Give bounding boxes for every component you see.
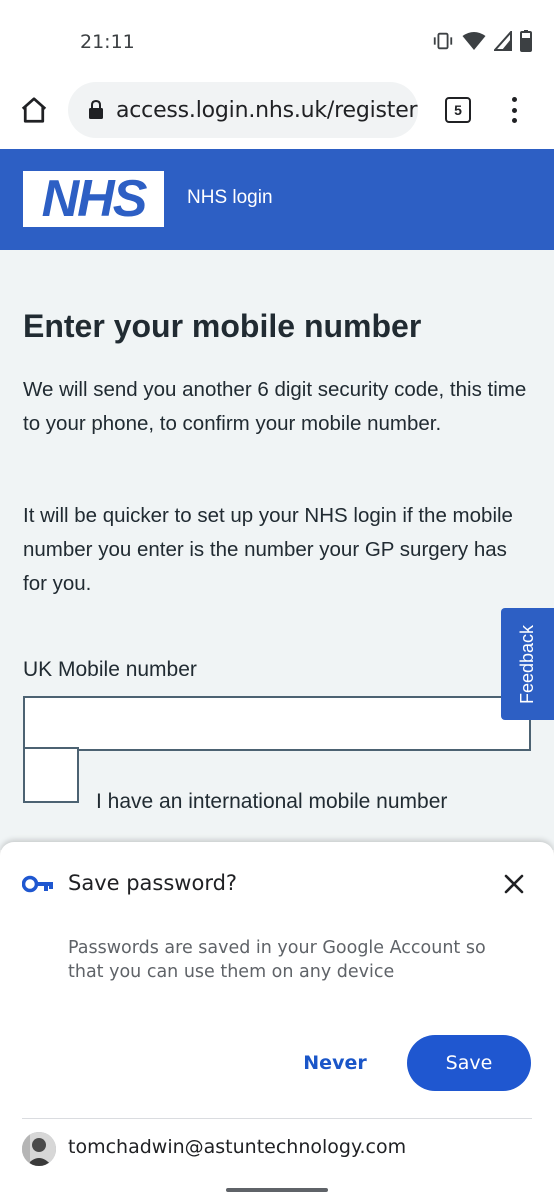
nhs-logo[interactable]: NHS — [23, 171, 164, 227]
mobile-number-label: UK Mobile number — [23, 658, 197, 681]
feedback-button[interactable]: Feedback — [501, 608, 554, 720]
tab-count: 5 — [454, 102, 462, 118]
nhs-logo-text: NHS — [41, 170, 148, 228]
more-vert-icon[interactable] — [503, 94, 525, 126]
status-time: 21:11 — [80, 31, 135, 53]
account-email[interactable]: tomchadwin@astuntechnology.com — [68, 1136, 406, 1158]
international-number-checkbox[interactable] — [23, 747, 79, 803]
signal-icon — [492, 29, 512, 56]
save-password-sheet: Save password? Passwords are saved in yo… — [0, 842, 554, 1200]
mobile-number-input[interactable] — [23, 696, 531, 751]
save-button[interactable]: Save — [407, 1035, 531, 1091]
info-paragraph: It will be quicker to set up your NHS lo… — [23, 504, 513, 595]
lock-icon — [88, 100, 104, 120]
feedback-label: Feedback — [517, 624, 537, 704]
nhs-header: NHS NHS login — [0, 149, 554, 250]
wifi-icon — [462, 31, 486, 56]
intro-paragraph: We will send you another 6 digit securit… — [23, 378, 527, 435]
close-icon[interactable] — [500, 870, 528, 898]
divider — [22, 1118, 532, 1119]
avatar — [22, 1132, 56, 1166]
url-bar[interactable]: access.login.nhs.uk/register/ — [68, 82, 418, 138]
international-number-label[interactable]: I have an international mobile number — [96, 790, 447, 814]
home-button[interactable] — [14, 92, 54, 132]
main-content: Enter your mobile number We will send yo… — [0, 250, 554, 850]
url-text: access.login.nhs.uk/register/ — [116, 97, 418, 123]
status-icons — [432, 29, 532, 57]
tabs-icon[interactable]: 5 — [445, 97, 471, 123]
page-title: Enter your mobile number — [23, 308, 422, 344]
home-icon — [19, 95, 49, 130]
status-bar: 21:11 — [0, 0, 554, 80]
vibrate-icon — [432, 30, 454, 57]
browser-toolbar: access.login.nhs.uk/register/ 5 — [0, 80, 554, 148]
key-icon — [21, 874, 54, 899]
never-button[interactable]: Never — [290, 1035, 380, 1091]
save-password-title: Save password? — [68, 871, 238, 895]
battery-icon — [520, 30, 532, 57]
gesture-nav-handle[interactable] — [226, 1188, 328, 1192]
save-password-description: Passwords are saved in your Google Accou… — [68, 938, 486, 982]
service-name: NHS login — [187, 187, 273, 208]
